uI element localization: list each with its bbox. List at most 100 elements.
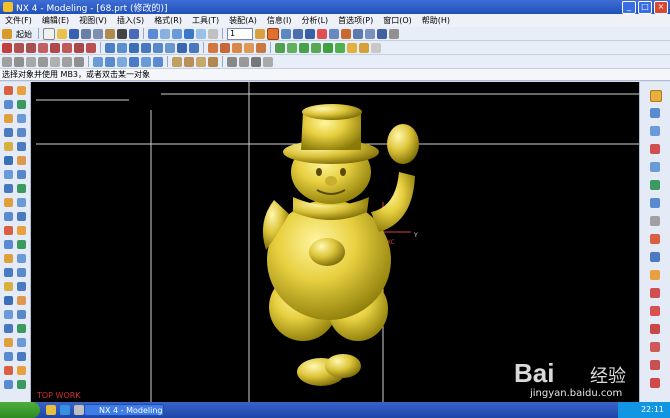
- project-curve-icon[interactable]: [50, 56, 60, 67]
- basic-curves-icon[interactable]: [2, 56, 12, 67]
- wcs-icon[interactable]: [329, 28, 339, 39]
- intersect-curve-icon[interactable]: [62, 56, 72, 67]
- pattern-tool-icon[interactable]: [17, 212, 26, 221]
- boss-icon[interactable]: [189, 42, 199, 53]
- snowman-model[interactable]: [262, 104, 419, 386]
- fillet-curve-icon[interactable]: [14, 56, 24, 67]
- minimize-button[interactable]: _: [622, 1, 636, 14]
- intersect-icon[interactable]: [232, 42, 242, 53]
- roles-icon[interactable]: [650, 216, 660, 226]
- cone-icon[interactable]: [153, 42, 163, 53]
- grid-icon[interactable]: [293, 28, 303, 39]
- rotate-icon[interactable]: [172, 28, 182, 39]
- swept-icon[interactable]: [117, 56, 127, 67]
- start-button[interactable]: [0, 402, 40, 418]
- chamfer-icon[interactable]: [287, 42, 297, 53]
- offset-tool-icon[interactable]: [17, 240, 26, 249]
- unite-tool-icon[interactable]: [17, 282, 26, 291]
- ruled-tool-icon[interactable]: [17, 324, 26, 333]
- layer-select[interactable]: 1: [227, 27, 253, 40]
- edit-feature-icon[interactable]: [365, 28, 375, 39]
- feature-icon[interactable]: [353, 28, 363, 39]
- layer-settings-icon[interactable]: [255, 28, 265, 39]
- arc-icon[interactable]: [26, 42, 36, 53]
- extrude-tool-icon[interactable]: [4, 128, 13, 137]
- menu-assembly[interactable]: 装配(A): [224, 15, 262, 26]
- system-scenes-icon[interactable]: [650, 234, 660, 244]
- quicklaunch-browser-icon[interactable]: [60, 405, 70, 415]
- part-navigator-icon[interactable]: [650, 108, 660, 118]
- new-file-icon[interactable]: [43, 27, 55, 40]
- groove-tool-icon[interactable]: [4, 170, 13, 179]
- shaded-icon[interactable]: [184, 28, 194, 39]
- cylinder-icon[interactable]: [141, 42, 151, 53]
- analysis-tool-icon[interactable]: [17, 366, 26, 375]
- extension-icon[interactable]: [196, 56, 206, 67]
- sew-icon[interactable]: [172, 56, 182, 67]
- polygon-icon[interactable]: [62, 42, 72, 53]
- taskbar-nx-button[interactable]: NX 4 - Modeling - [...]: [84, 404, 164, 416]
- chamfer-tool-icon[interactable]: [4, 198, 13, 207]
- open-folder-icon[interactable]: [57, 28, 67, 39]
- split-body-icon[interactable]: [256, 42, 266, 53]
- pocket-tool-icon[interactable]: [17, 142, 26, 151]
- snap-point-icon[interactable]: [650, 288, 660, 298]
- midpoint-icon[interactable]: [650, 324, 660, 334]
- circle-icon[interactable]: [38, 42, 48, 53]
- subtract-tool-icon[interactable]: [4, 296, 13, 305]
- scale-body-icon[interactable]: [335, 42, 345, 53]
- sphere-icon[interactable]: [165, 42, 175, 53]
- sew-tool-icon[interactable]: [17, 254, 26, 263]
- menu-format[interactable]: 格式(R): [149, 15, 187, 26]
- assembly-navigator-icon[interactable]: [650, 90, 662, 102]
- process-studio-icon[interactable]: [650, 198, 660, 208]
- datum-tool-icon[interactable]: [17, 86, 26, 95]
- scale-tool-icon[interactable]: [4, 254, 13, 263]
- blend-tool-icon[interactable]: [17, 184, 26, 193]
- cone-tool-icon[interactable]: [4, 114, 13, 123]
- history-icon[interactable]: [650, 126, 660, 136]
- system-materials-icon[interactable]: [650, 180, 660, 190]
- shell-icon[interactable]: [299, 42, 309, 53]
- edit-surface-icon[interactable]: [239, 56, 249, 67]
- section-tool-icon[interactable]: [4, 366, 13, 375]
- view-orient-icon[interactable]: [148, 28, 158, 39]
- start-icon[interactable]: [2, 28, 12, 39]
- surface-tool-icon[interactable]: [4, 310, 13, 319]
- menu-view[interactable]: 视图(V): [74, 15, 112, 26]
- view-triad-icon[interactable]: [650, 270, 660, 280]
- more-tools-icon[interactable]: [389, 28, 399, 39]
- cut-icon[interactable]: [81, 28, 91, 39]
- instance-icon[interactable]: [347, 42, 357, 53]
- copy-icon[interactable]: [93, 28, 103, 39]
- hole-tool-icon[interactable]: [4, 142, 13, 151]
- rectangle-icon[interactable]: [50, 42, 60, 53]
- revolve-tool-icon[interactable]: [17, 128, 26, 137]
- menu-information[interactable]: 信息(I): [262, 15, 297, 26]
- start-button[interactable]: 起始: [14, 29, 34, 39]
- menu-edit[interactable]: 编辑(E): [37, 15, 74, 26]
- extension-tool-icon[interactable]: [4, 352, 13, 361]
- edit-curve-icon[interactable]: [227, 56, 237, 67]
- split-tool-icon[interactable]: [4, 240, 13, 249]
- more-surface-icon[interactable]: [263, 56, 273, 67]
- quicklaunch-desktop-icon[interactable]: [74, 405, 84, 415]
- bridge-curve-icon[interactable]: [38, 56, 48, 67]
- hide-icon[interactable]: [208, 28, 218, 39]
- rib-tool-icon[interactable]: [17, 170, 26, 179]
- selection-filter-icon[interactable]: [267, 27, 279, 40]
- offset-face-icon[interactable]: [323, 42, 333, 53]
- studio-tool-icon[interactable]: [17, 338, 26, 347]
- spline-icon[interactable]: [86, 42, 96, 53]
- close-button[interactable]: ×: [654, 1, 668, 14]
- measure-tool-icon[interactable]: [4, 380, 13, 389]
- analysis-icon[interactable]: [305, 28, 315, 39]
- endpoint-icon[interactable]: [650, 306, 660, 316]
- sphere-tool-icon[interactable]: [17, 114, 26, 123]
- block-icon[interactable]: [129, 42, 139, 53]
- line-icon[interactable]: [14, 42, 24, 53]
- wrap-tool-icon[interactable]: [17, 268, 26, 277]
- thread-tool-icon[interactable]: [4, 212, 13, 221]
- trim-body-icon[interactable]: [244, 42, 254, 53]
- snap-icon[interactable]: [281, 28, 291, 39]
